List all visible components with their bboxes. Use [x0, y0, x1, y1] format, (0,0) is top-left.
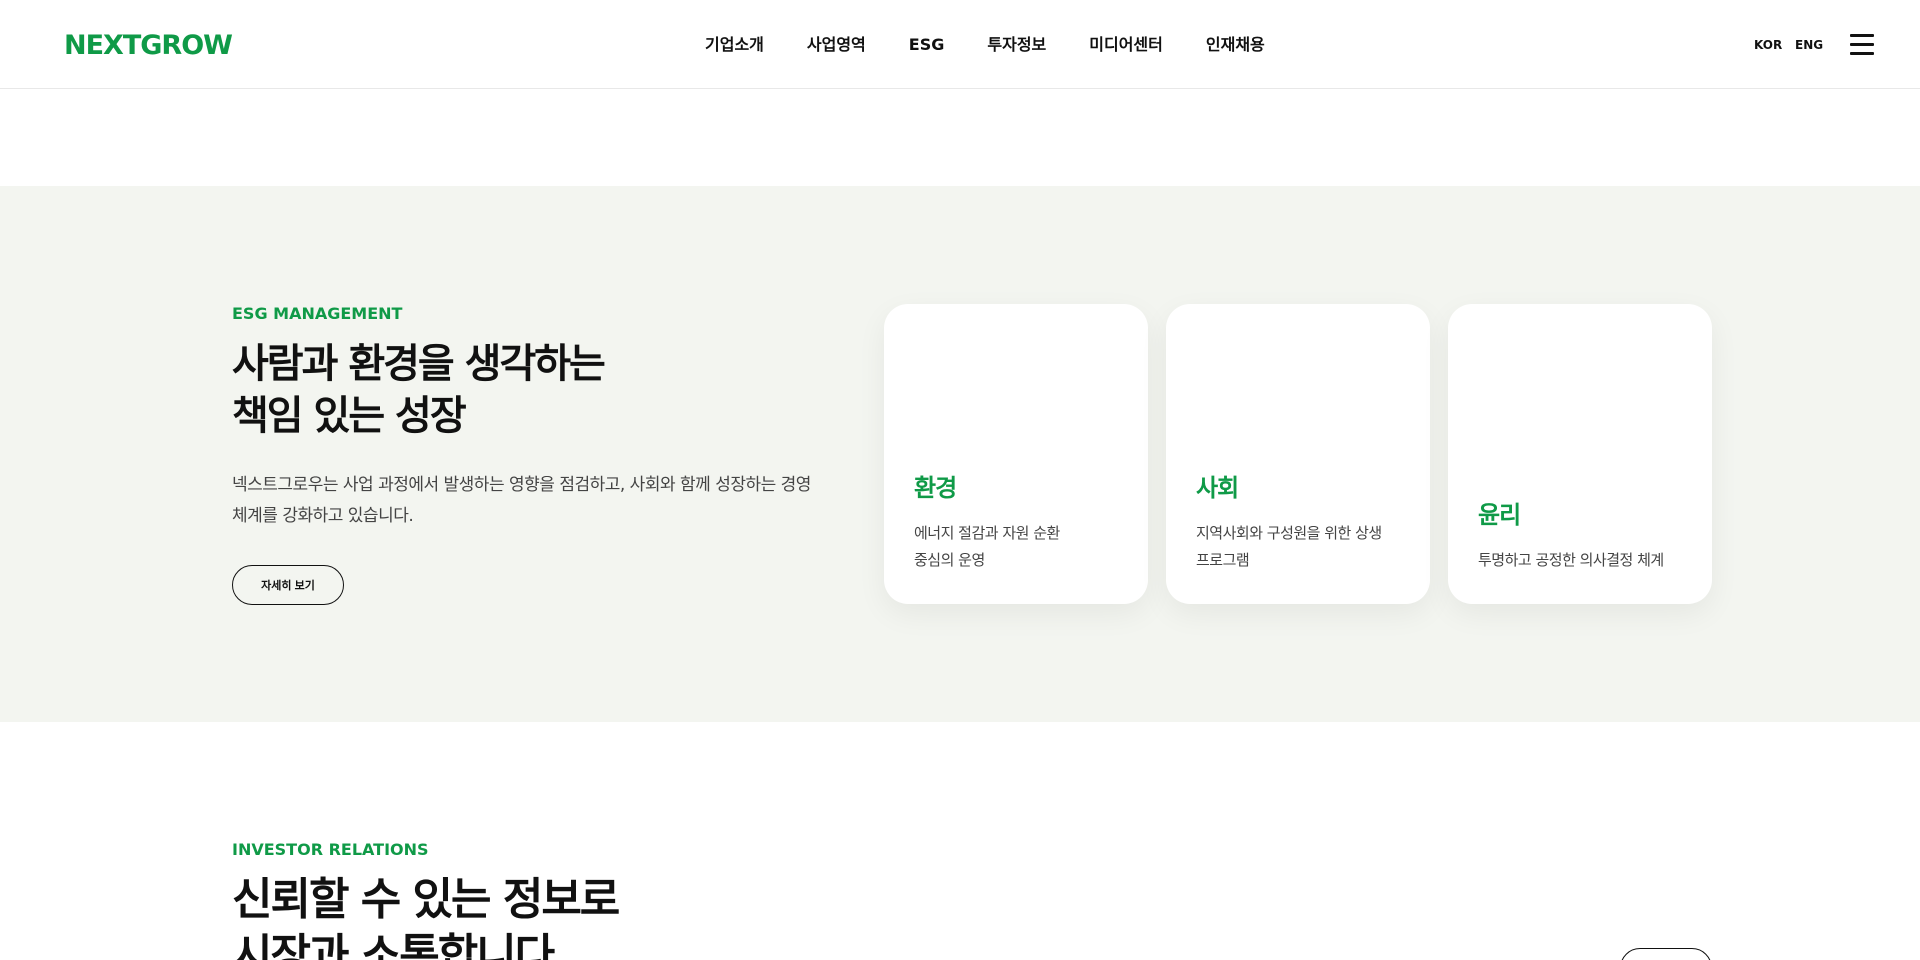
- hamburger-icon[interactable]: [1850, 32, 1874, 56]
- esg-card-social[interactable]: 사회 지역사회와 구성원을 위한 상생 프로그램: [1166, 304, 1430, 604]
- card-description: 투명하고 공정한 의사결정 체계: [1478, 547, 1688, 574]
- main-nav: 기업소개 사업영역 ESG 투자정보 미디어센터 인재채용: [705, 33, 1265, 57]
- nav-item-business[interactable]: 사업영역: [807, 33, 866, 57]
- esg-more-button[interactable]: 자세히 보기: [232, 565, 344, 605]
- site-header: NEXTGROW 기업소개 사업영역 ESG 투자정보 미디어센터 인재채용 K…: [0, 0, 1920, 89]
- card-title: 사회: [1196, 474, 1239, 502]
- card-title: 환경: [914, 474, 957, 502]
- hamburger-line: [1850, 43, 1874, 46]
- card-description-line-2: 중심의 운영: [914, 551, 985, 569]
- esg-card-governance[interactable]: 윤리 투명하고 공정한 의사결정 체계: [1448, 304, 1712, 604]
- logo[interactable]: NEXTGROW: [64, 29, 233, 63]
- ir-more-button[interactable]: [1620, 948, 1712, 960]
- card-description: 에너지 절감과 자원 순환 중심의 운영: [914, 520, 1124, 574]
- nav-item-company[interactable]: 기업소개: [705, 33, 764, 57]
- card-description-line-2: 프로그램: [1196, 551, 1250, 569]
- esg-description-line-1: 넥스트그로우는 사업 과정에서 발생하는 영향을 점검하고, 사회와 함께 성장…: [232, 475, 811, 495]
- lang-kor-link[interactable]: KOR: [1754, 37, 1782, 53]
- ir-title-line-1: 신뢰할 수 있는 정보로: [232, 874, 620, 925]
- ir-title: 신뢰할 수 있는 정보로 시장과 소통합니다: [232, 872, 620, 960]
- esg-description: 넥스트그로우는 사업 과정에서 발생하는 영향을 점검하고, 사회와 함께 성장…: [232, 470, 832, 532]
- esg-eyebrow: ESG MANAGEMENT: [232, 304, 403, 323]
- lang-eng-link[interactable]: ENG: [1795, 37, 1823, 53]
- hamburger-line: [1850, 34, 1874, 37]
- card-description: 지역사회와 구성원을 위한 상생 프로그램: [1196, 520, 1406, 574]
- card-content: 사회 지역사회와 구성원을 위한 상생 프로그램: [1196, 472, 1406, 574]
- nav-item-careers[interactable]: 인재채용: [1206, 33, 1265, 57]
- nav-item-esg[interactable]: ESG: [909, 33, 945, 57]
- esg-card-environment[interactable]: 환경 에너지 절감과 자원 순환 중심의 운영: [884, 304, 1148, 604]
- esg-title-line-2: 책임 있는 성장: [232, 393, 467, 439]
- ir-title-line-2: 시장과 소통합니다: [232, 930, 555, 960]
- ir-eyebrow: INVESTOR RELATIONS: [232, 840, 429, 859]
- card-title: 윤리: [1478, 501, 1521, 529]
- nav-item-investor[interactable]: 투자정보: [987, 33, 1046, 57]
- card-content: 윤리 투명하고 공정한 의사결정 체계: [1478, 499, 1688, 574]
- card-content: 환경 에너지 절감과 자원 순환 중심의 운영: [914, 472, 1124, 574]
- nav-item-media[interactable]: 미디어센터: [1089, 33, 1163, 57]
- card-description-line-1: 투명하고 공정한 의사결정 체계: [1478, 551, 1664, 569]
- hamburger-line: [1850, 52, 1874, 55]
- esg-title-line-1: 사람과 환경을 생각하는: [232, 341, 606, 387]
- card-description-line-1: 에너지 절감과 자원 순환: [914, 524, 1060, 542]
- card-description-line-1: 지역사회와 구성원을 위한 상생: [1196, 524, 1382, 542]
- esg-title: 사람과 환경을 생각하는 책임 있는 성장: [232, 338, 606, 442]
- esg-section: ESG MANAGEMENT 사람과 환경을 생각하는 책임 있는 성장 넥스트…: [0, 186, 1920, 722]
- esg-description-line-2: 체계를 강화하고 있습니다.: [232, 506, 414, 526]
